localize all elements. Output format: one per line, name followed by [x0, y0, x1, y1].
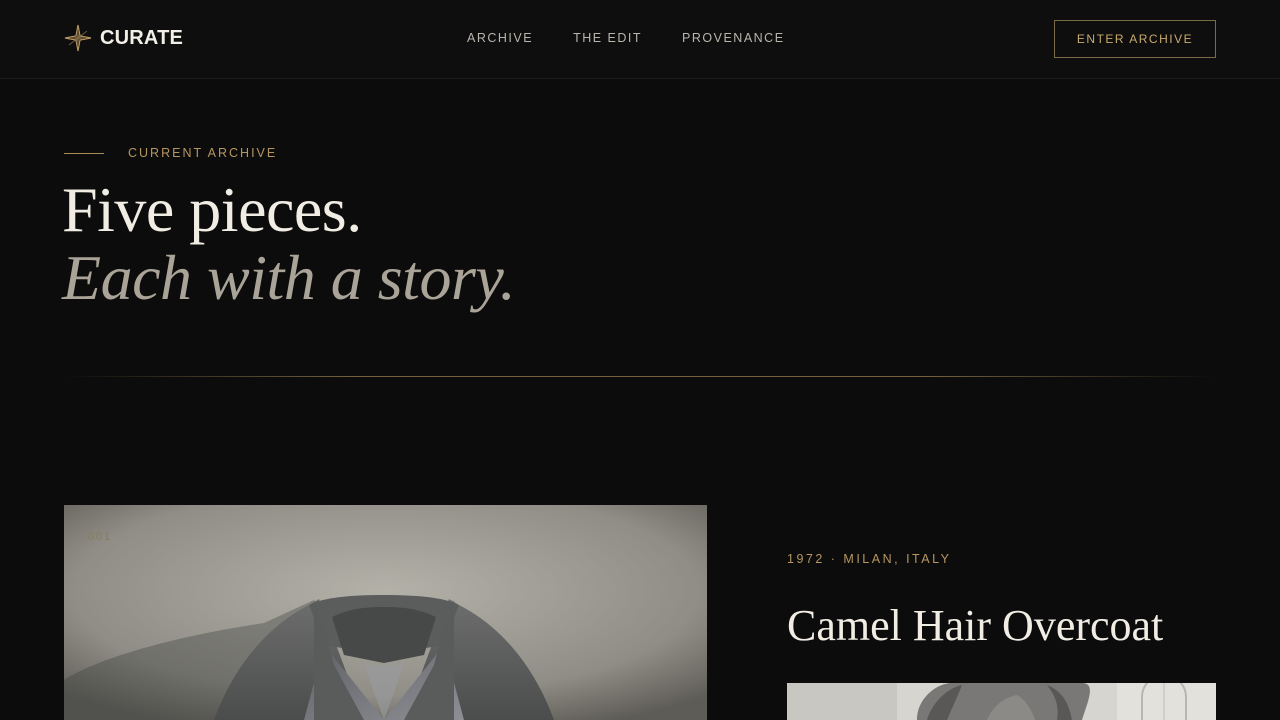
section-divider — [64, 376, 1216, 377]
hero-headline: Five pieces. — [62, 174, 362, 245]
enter-archive-button[interactable]: ENTER ARCHIVE — [1054, 20, 1216, 58]
piece-title: Camel Hair Overcoat — [787, 601, 1164, 650]
main-menu: ARCHIVE THE EDIT PROVENANCE — [467, 31, 785, 45]
overcoat-image — [64, 505, 707, 720]
compass-star-icon — [64, 24, 92, 52]
piece-meta: 1972 · MILAN, ITALY — [787, 552, 952, 566]
eyebrow-label: CURRENT ARCHIVE — [128, 146, 278, 160]
brand-name: CURATE — [100, 26, 184, 49]
eyebrow-row: CURRENT ARCHIVE — [64, 146, 277, 160]
nav-link-the-edit[interactable]: THE EDIT — [573, 31, 642, 45]
brand[interactable]: CURATE — [64, 24, 183, 52]
detail-thumbnail[interactable] — [787, 683, 1216, 720]
nav-link-provenance[interactable]: PROVENANCE — [682, 31, 785, 45]
hero-subheadline: Each with a story. — [62, 242, 516, 313]
nav-link-archive[interactable]: ARCHIVE — [467, 31, 533, 45]
fur-detail-image — [787, 683, 1216, 720]
top-navigation: CURATE ARCHIVE THE EDIT PROVENANCE ENTER… — [0, 0, 1280, 79]
item-number: 001 — [88, 531, 113, 543]
featured-photo[interactable]: 001 — [64, 505, 707, 720]
eyebrow-rule — [64, 152, 104, 154]
